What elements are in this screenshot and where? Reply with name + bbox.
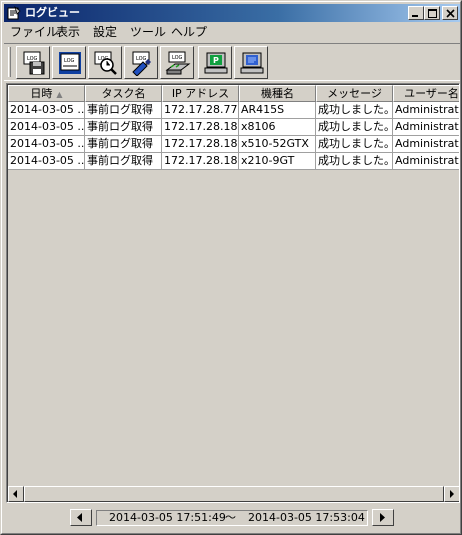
- export-log-button[interactable]: LOG: [160, 46, 194, 79]
- scroll-left-button[interactable]: [8, 486, 24, 502]
- green-p-terminal-icon: P: [204, 52, 228, 74]
- cell-model: AR415S: [239, 102, 316, 119]
- table-row[interactable]: 2014-03-05 ... 事前ログ取得 172.17.28.77 AR415…: [8, 102, 459, 119]
- next-range-button[interactable]: [372, 509, 394, 526]
- menu-bar: ファイル 表示 設定 ツール ヘルプ: [4, 23, 460, 42]
- toolbar: LOG LOG LOG LOG LOG P: [4, 43, 460, 81]
- cell-user: Administrato: [393, 102, 459, 119]
- svg-text:LOG: LOG: [172, 55, 183, 61]
- cell-message: 成功しました。: [316, 136, 393, 153]
- log-viewer-window: ログビュー ファイル 表示 設定 ツール ヘルプ LOG LOG LOG LOG…: [0, 0, 462, 535]
- arrow-left-icon: [13, 490, 17, 498]
- table-row[interactable]: 2014-03-05 ... 事前ログ取得 172.17.28.186 x510…: [8, 136, 459, 153]
- minimize-button[interactable]: [408, 6, 424, 20]
- log-view-icon: LOG: [59, 52, 81, 74]
- log-search-time-icon: LOG: [94, 51, 117, 75]
- svg-text:LOG: LOG: [64, 58, 75, 64]
- terminal-button[interactable]: [234, 46, 268, 79]
- menu-view[interactable]: 表示: [56, 25, 80, 40]
- cell-user: Administrato: [393, 153, 459, 170]
- log-edit-icon: LOG: [132, 51, 151, 76]
- cell-message: 成功しました。: [316, 102, 393, 119]
- menu-tools[interactable]: ツール: [130, 25, 166, 40]
- window-title: ログビュー: [25, 6, 80, 19]
- arrow-left-icon: [77, 513, 82, 522]
- range-end: 2014-03-05 17:53:04: [248, 511, 365, 524]
- column-header-ip[interactable]: IP アドレス: [162, 85, 239, 102]
- range-start: 2014-03-05 17:51:49: [109, 511, 226, 524]
- column-header-model[interactable]: 機種名: [239, 85, 316, 102]
- maximize-button[interactable]: [424, 6, 440, 20]
- cell-message: 成功しました。: [316, 153, 393, 170]
- cell-user: Administrato: [393, 136, 459, 153]
- cell-task: 事前ログ取得: [85, 102, 162, 119]
- close-icon: [446, 9, 455, 18]
- blue-terminal-icon: [240, 52, 264, 74]
- svg-text:P: P: [213, 56, 219, 65]
- close-button[interactable]: [442, 6, 458, 20]
- menu-settings[interactable]: 設定: [93, 25, 117, 40]
- status-bar: 2014-03-05 17:51:49 ～ 2014-03-05 17:53:0…: [4, 507, 460, 531]
- cell-ip: 172.17.28.187: [162, 153, 239, 170]
- cell-message: 成功しました。: [316, 119, 393, 136]
- column-header-datetime[interactable]: 日時 ▲: [8, 85, 85, 102]
- menu-file[interactable]: ファイル: [10, 25, 58, 40]
- previous-range-button[interactable]: [70, 509, 92, 526]
- log-export-icon: LOG: [165, 51, 191, 75]
- arrow-right-icon: [380, 513, 385, 522]
- title-bar[interactable]: ログビュー: [4, 4, 460, 22]
- maximize-icon: [428, 9, 437, 18]
- cell-datetime: 2014-03-05 ...: [8, 119, 85, 136]
- sort-ascending-icon: ▲: [56, 90, 63, 99]
- p-terminal-button[interactable]: P: [198, 46, 232, 79]
- cell-task: 事前ログ取得: [85, 153, 162, 170]
- column-header-user[interactable]: ユーザー名: [393, 85, 459, 102]
- column-header-task[interactable]: タスク名: [85, 85, 162, 102]
- cell-datetime: 2014-03-05 ...: [8, 102, 85, 119]
- app-icon: [7, 5, 21, 20]
- log-list[interactable]: 日時 ▲ タスク名 IP アドレス 機種名 メッセージ ユーザー名 2014-03…: [6, 83, 460, 503]
- arrow-right-icon: [450, 490, 454, 498]
- time-range-display: 2014-03-05 17:51:49 ～ 2014-03-05 17:53:0…: [96, 510, 368, 526]
- cell-user: Administrato: [393, 119, 459, 136]
- scroll-thumb[interactable]: [24, 486, 444, 502]
- svg-text:LOG: LOG: [136, 56, 147, 62]
- table-row[interactable]: 2014-03-05 ... 事前ログ取得 172.17.28.187 x210…: [8, 153, 459, 170]
- range-separator: ～: [225, 511, 236, 524]
- table-row[interactable]: 2014-03-05 ... 事前ログ取得 172.17.28.185 x810…: [8, 119, 459, 136]
- menu-help[interactable]: ヘルプ: [171, 25, 207, 40]
- toolbar-grip[interactable]: [8, 47, 11, 77]
- scroll-right-button[interactable]: [444, 486, 459, 502]
- cell-model: x210-9GT: [239, 153, 316, 170]
- save-log-button[interactable]: LOG: [16, 46, 50, 79]
- minimize-icon: [412, 15, 418, 17]
- cell-task: 事前ログ取得: [85, 119, 162, 136]
- view-log-button[interactable]: LOG: [52, 46, 86, 79]
- cell-ip: 172.17.28.186: [162, 136, 239, 153]
- cell-ip: 172.17.28.185: [162, 119, 239, 136]
- horizontal-scrollbar[interactable]: [8, 486, 459, 502]
- list-header: 日時 ▲ タスク名 IP アドレス 機種名 メッセージ ユーザー名: [8, 85, 459, 102]
- log-save-icon: LOG: [23, 51, 45, 75]
- search-log-button[interactable]: LOG: [88, 46, 122, 79]
- edit-log-button[interactable]: LOG: [124, 46, 158, 79]
- cell-task: 事前ログ取得: [85, 136, 162, 153]
- svg-text:LOG: LOG: [27, 56, 38, 62]
- cell-datetime: 2014-03-05 ...: [8, 136, 85, 153]
- cell-model: x510-52GTX: [239, 136, 316, 153]
- cell-ip: 172.17.28.77: [162, 102, 239, 119]
- cell-datetime: 2014-03-05 ...: [8, 153, 85, 170]
- cell-model: x8106: [239, 119, 316, 136]
- column-header-message[interactable]: メッセージ: [316, 85, 393, 102]
